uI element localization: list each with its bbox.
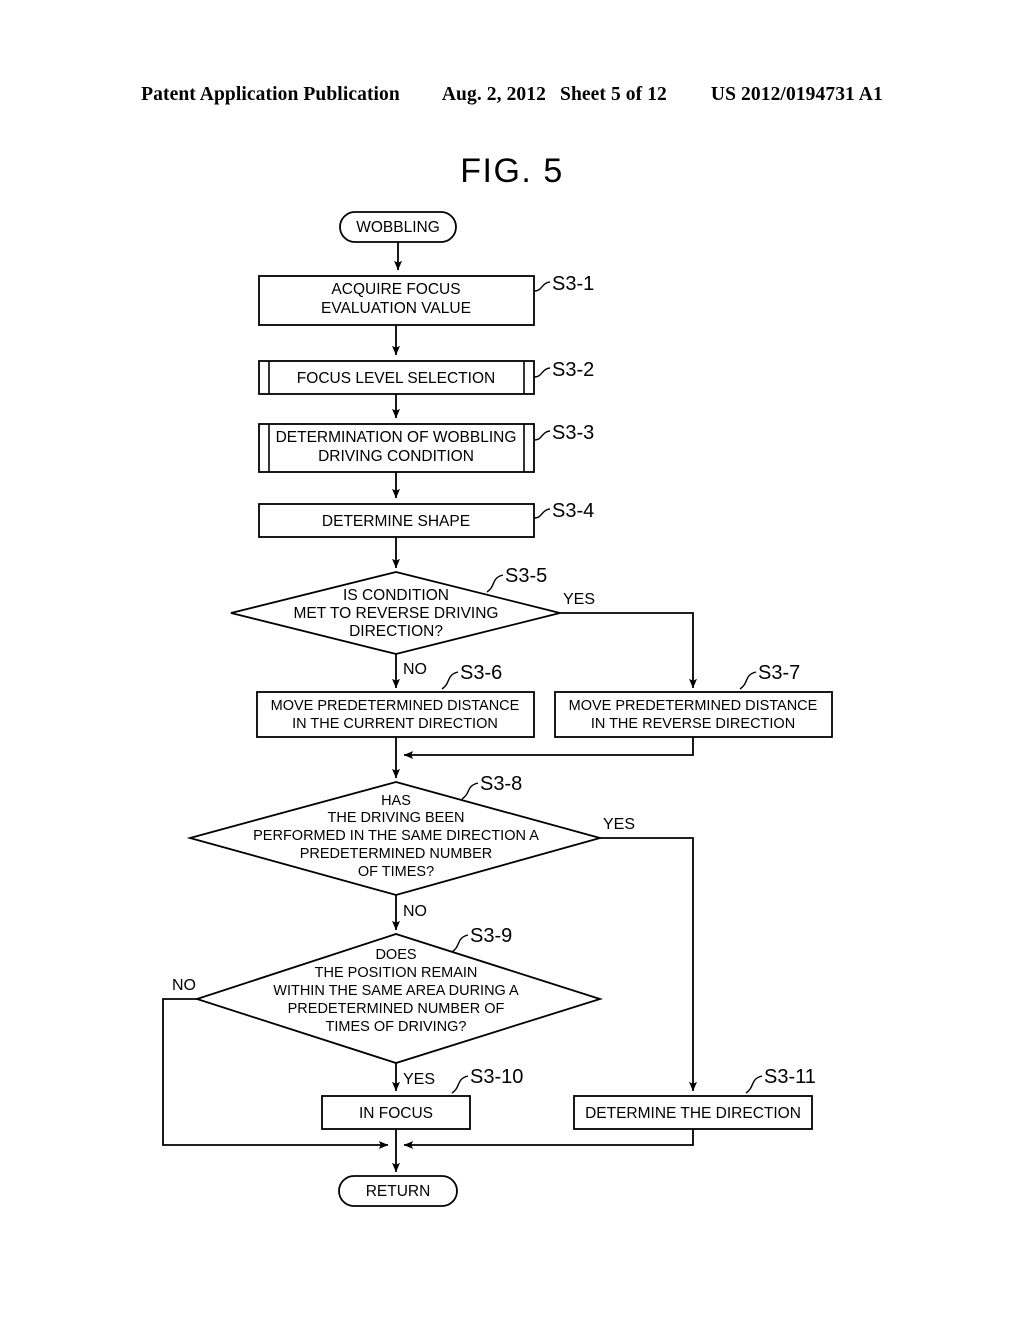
leader-s3-2	[533, 367, 551, 378]
step-label-s3-2: S3-2	[552, 359, 594, 381]
leader-s3-5	[486, 574, 504, 593]
node-s3-4-line-1: DETERMINE SHAPE	[322, 513, 470, 530]
node-s3-11-line-1: DETERMINE THE DIRECTION	[585, 1105, 801, 1122]
node-s3-6-line-1: MOVE PREDETERMINED DISTANCE	[271, 698, 520, 714]
branch-label-s3-5-no: NO	[403, 661, 427, 678]
branch-label-s3-9-yes: YES	[403, 1071, 435, 1088]
leader-s3-1	[533, 281, 551, 292]
node-s3-6-line-2: IN THE CURRENT DIRECTION	[292, 716, 498, 732]
step-label-s3-11: S3-11	[764, 1066, 816, 1088]
node-s3-8-line-5: OF TIMES?	[358, 864, 434, 880]
node-s3-2-line-1: FOCUS LEVEL SELECTION	[297, 370, 495, 387]
node-s3-3-line-1: DETERMINATION OF WOBBLING	[276, 429, 517, 446]
leader-s3-7	[739, 671, 757, 690]
step-label-s3-6: S3-6	[460, 662, 502, 684]
node-s3-10: IN FOCUS	[321, 1095, 471, 1130]
leader-s3-9	[451, 934, 469, 953]
flowchart-diagram: WOBBLING ACQUIRE FOCUS EVALUATION VALUE …	[162, 211, 833, 1207]
branch-label-s3-9-no: NO	[172, 977, 196, 994]
node-start-label: WOBBLING	[356, 219, 440, 236]
node-s3-10-line-1: IN FOCUS	[359, 1105, 433, 1122]
node-s3-6: MOVE PREDETERMINED DISTANCE IN THE CURRE…	[256, 691, 535, 738]
node-s3-8-line-2: THE DRIVING BEEN	[328, 810, 465, 826]
branch-label-s3-8-no: NO	[403, 903, 427, 920]
node-s3-9-line-3: WITHIN THE SAME AREA DURING A	[273, 983, 519, 999]
connector-s3-7-merge	[403, 737, 694, 759]
node-s3-8-line-4: PREDETERMINED NUMBER	[300, 846, 493, 862]
node-s3-5-line-1: IS CONDITION	[343, 587, 449, 604]
node-s3-5-line-3: DIRECTION?	[349, 623, 443, 640]
leader-s3-8	[461, 782, 479, 800]
connector-s3-8-yes	[600, 837, 697, 1092]
node-end-label: RETURN	[366, 1183, 431, 1200]
step-label-s3-3: S3-3	[552, 422, 594, 444]
leader-s3-6	[441, 671, 459, 690]
node-s3-8: HAS THE DRIVING BEEN PERFORMED IN THE SA…	[186, 781, 604, 896]
node-s3-9-line-5: TIMES OF DRIVING?	[326, 1019, 467, 1035]
leader-s3-3	[533, 430, 551, 441]
step-label-s3-9: S3-9	[470, 925, 512, 947]
step-label-s3-1: S3-1	[552, 273, 594, 295]
node-s3-9-line-1: DOES	[375, 947, 416, 963]
node-s3-3: DETERMINATION OF WOBBLING DRIVING CONDIT…	[258, 423, 535, 473]
node-s3-4: DETERMINE SHAPE	[258, 503, 535, 538]
node-s3-11: DETERMINE THE DIRECTION	[573, 1095, 813, 1130]
connector-s3-11-merge	[403, 1129, 694, 1149]
branch-label-s3-8-yes: YES	[603, 816, 635, 833]
node-s3-7-line-2: IN THE REVERSE DIRECTION	[591, 716, 795, 732]
leader-s3-10	[451, 1075, 469, 1094]
node-s3-5-line-2: MET TO REVERSE DRIVING	[294, 605, 499, 622]
node-s3-8-line-1: HAS	[381, 793, 411, 809]
step-label-s3-5: S3-5	[505, 565, 547, 587]
connector-s3-5-yes	[560, 612, 697, 689]
node-s3-1-line-2: EVALUATION VALUE	[321, 300, 471, 317]
step-label-s3-4: S3-4	[552, 500, 594, 522]
node-s3-7: MOVE PREDETERMINED DISTANCE IN THE REVER…	[554, 691, 833, 738]
node-start-wobbling: WOBBLING	[339, 211, 457, 243]
leader-s3-4	[533, 508, 551, 519]
node-s3-3-line-2: DRIVING CONDITION	[318, 448, 474, 465]
node-s3-8-line-3: PERFORMED IN THE SAME DIRECTION A	[253, 828, 539, 844]
node-s3-9: DOES THE POSITION REMAIN WITHIN THE SAME…	[194, 933, 603, 1064]
node-s3-1-line-1: ACQUIRE FOCUS	[331, 281, 460, 298]
node-end-return: RETURN	[338, 1175, 458, 1207]
branch-label-s3-5-yes: YES	[563, 591, 595, 608]
patent-drawing-page: Patent Application Publication Aug. 2, 2…	[0, 0, 1024, 1320]
node-s3-2: FOCUS LEVEL SELECTION	[258, 360, 535, 395]
node-s3-9-line-4: PREDETERMINED NUMBER OF	[288, 1001, 505, 1017]
step-label-s3-10: S3-10	[470, 1066, 523, 1088]
leader-s3-11	[745, 1075, 763, 1094]
node-s3-1: ACQUIRE FOCUS EVALUATION VALUE	[258, 275, 535, 326]
step-label-s3-8: S3-8	[480, 773, 522, 795]
node-s3-9-line-2: THE POSITION REMAIN	[315, 965, 478, 981]
node-s3-7-line-1: MOVE PREDETERMINED DISTANCE	[569, 698, 818, 714]
step-label-s3-7: S3-7	[758, 662, 800, 684]
